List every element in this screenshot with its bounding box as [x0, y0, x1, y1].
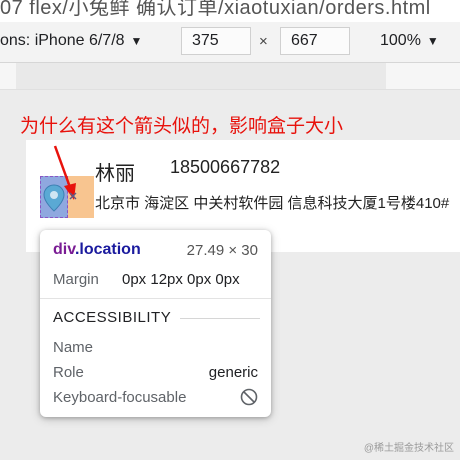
tooltip-selector: div.location: [53, 241, 141, 259]
tooltip-class: .location: [74, 241, 141, 258]
name-label: Name: [53, 339, 94, 356]
contact-address: 北京市 海淀区 中关村软件园 信息科技大厦1号楼410#: [95, 195, 450, 212]
chevron-down-icon: ▼: [426, 34, 439, 48]
dimension-separator: ×: [259, 33, 268, 50]
inspect-tooltip: div.location 27.49 × 30 Margin 0px 12px …: [40, 230, 271, 417]
section-rule: [180, 318, 260, 319]
tooltip-divider: [40, 298, 271, 299]
viewport-width-input[interactable]: 375: [181, 27, 251, 55]
not-allowed-icon: [240, 388, 258, 406]
device-label: ons: iPhone 6/7/8: [0, 32, 125, 49]
zoom-select[interactable]: 100% ▼: [380, 32, 439, 50]
focusable-label: Keyboard-focusable: [53, 389, 187, 406]
contact-name: 林丽: [95, 163, 135, 185]
devtools-device-toolbar: ons: iPhone 6/7/8 ▼ 375 × 667 100% ▼: [0, 22, 460, 63]
tooltip-size: 27.49 × 30: [186, 242, 258, 259]
role-value: generic: [208, 364, 258, 381]
margin-highlight: [68, 176, 94, 218]
address-bar[interactable]: 07 flex/小兔鲜 确认订单/xiaotuxian/orders.html: [0, 0, 460, 23]
annotation-question: 为什么有这个箭头似的，影响盒子大小: [20, 116, 344, 137]
viewport-height-input[interactable]: 667: [280, 27, 350, 55]
location-pin-icon: [43, 184, 65, 212]
zoom-label: 100%: [380, 32, 421, 49]
margin-value: 0px 12px 0px 0px: [122, 271, 240, 288]
accessibility-heading: ACCESSIBILITY: [53, 309, 172, 326]
location-highlight[interactable]: [40, 176, 68, 218]
tooltip-tag: div: [53, 241, 75, 258]
url-text: 07 flex/小兔鲜 确认订单/xiaotuxian/orders.html: [0, 0, 431, 19]
contact-phone: 18500667782: [170, 157, 281, 177]
ruler-range: [16, 63, 386, 89]
device-select[interactable]: ons: iPhone 6/7/8 ▼: [0, 32, 142, 50]
media-query-ruler: [0, 63, 460, 90]
chevron-down-icon: ▼: [130, 34, 143, 48]
margin-label: Margin: [53, 271, 99, 288]
role-label: Role: [53, 364, 84, 381]
watermark: @稀土掘金技术社区: [363, 443, 454, 454]
